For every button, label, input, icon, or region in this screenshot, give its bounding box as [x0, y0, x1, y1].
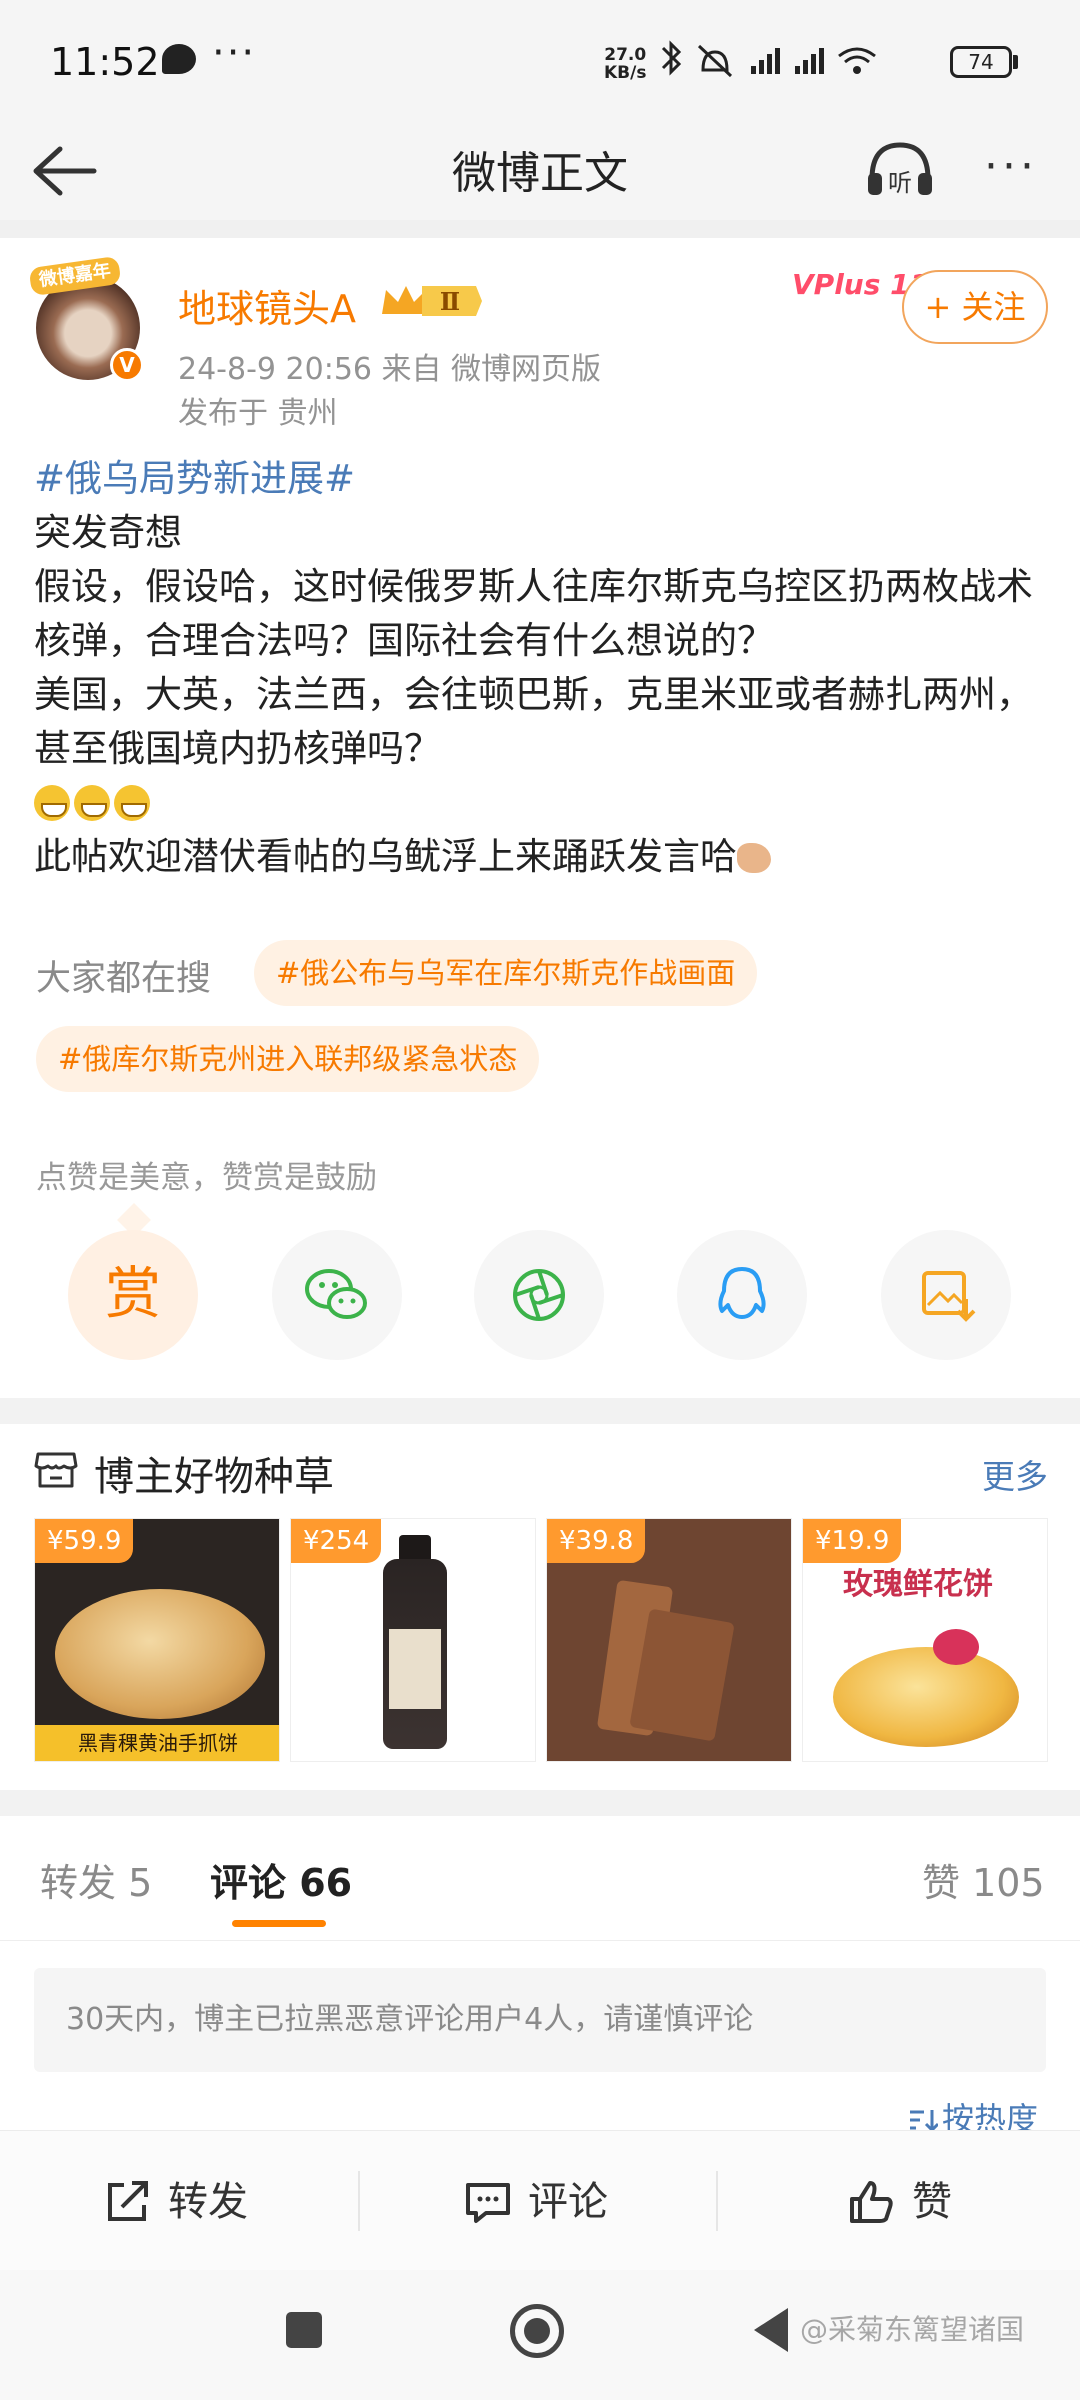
tab-likes[interactable]: 赞 105 — [922, 1852, 1045, 1907]
battery-tip — [1013, 55, 1018, 69]
product-card[interactable]: 玫瑰鲜花饼 ¥19.9 — [802, 1518, 1048, 1762]
repost-icon — [108, 2181, 148, 2221]
share-wechat-button[interactable] — [272, 1230, 402, 1360]
product-image — [55, 1589, 265, 1719]
save-image-button[interactable] — [881, 1230, 1011, 1360]
comment-notice: 30天内，博主已拉黑恶意评论用户4人，请谨慎评论 — [34, 1968, 1046, 2072]
bottle-label — [389, 1629, 441, 1709]
divider — [0, 1940, 1080, 1941]
message-icon — [162, 44, 196, 74]
emoji-row — [34, 776, 1044, 830]
battery-indicator: 74 — [950, 46, 1012, 78]
status-bar: 11:52 ··· 27.0 KB/s 74 — [0, 0, 1080, 125]
product-card[interactable]: ¥39.8 — [546, 1518, 792, 1762]
qq-penguin-icon — [718, 1267, 766, 1319]
action-separator — [716, 2171, 718, 2231]
tab-comments[interactable]: 评论 66 — [210, 1852, 352, 1907]
divider — [0, 1398, 1080, 1424]
username[interactable]: 地球镜头A — [178, 278, 356, 333]
product-price: ¥254 — [291, 1519, 382, 1563]
divider — [0, 220, 1080, 238]
trending-tag[interactable]: #俄公布与乌军在库尔斯克作战画面 — [254, 940, 758, 1006]
trending-tag[interactable]: #俄库尔斯克州进入联邦级紧急状态 — [36, 1026, 540, 1092]
follow-button[interactable]: + 关注 — [902, 270, 1048, 344]
speed-value: 27.0 — [604, 45, 647, 65]
shop-icon — [34, 1450, 78, 1490]
product-price: ¥19.9 — [803, 1519, 902, 1563]
post-content: #俄乌局势新进展# 突发奇想 假设，假设哈，这时候俄罗斯人往库尔斯克乌控区扔两枚… — [34, 452, 1044, 884]
like-label: 赞 — [912, 2179, 952, 2225]
moments-aperture-icon — [513, 1269, 565, 1321]
clap-emoji-icon — [737, 843, 771, 873]
status-time: 11:52 — [50, 40, 160, 84]
product-caption: 黑青稞黄油手抓饼 — [35, 1725, 279, 1761]
more-notifications-icon: ··· — [212, 30, 257, 76]
post-line: 突发奇想 — [34, 511, 182, 554]
grin-emoji-icon — [34, 785, 70, 821]
save-picture-icon — [922, 1271, 976, 1322]
member-crown-icon[interactable]: Ⅱ — [378, 280, 484, 322]
wechat-icon — [305, 1269, 367, 1319]
reward-button[interactable]: 赏 — [68, 1230, 198, 1360]
verified-v-icon: V — [110, 348, 144, 382]
repost-label: 转发 — [168, 2179, 248, 2225]
repost-button[interactable]: 转发 — [104, 2177, 304, 2227]
svg-text:听: 听 — [888, 169, 912, 197]
top-nav-bar: 微博正文 听 ··· — [0, 125, 1080, 220]
bottom-action-bar: 转发 评论 赞 — [0, 2130, 1080, 2270]
product-price: ¥39.8 — [547, 1519, 646, 1563]
action-separator — [358, 2171, 360, 2231]
thumbs-up-icon — [850, 2181, 893, 2223]
comment-button[interactable]: 评论 — [464, 2177, 664, 2227]
product-price: ¥59.9 — [35, 1519, 134, 1563]
watermark: @采菊东篱望诸国 — [800, 2313, 1025, 2346]
speed-unit: KB/s — [604, 63, 647, 83]
product-image — [833, 1647, 1019, 1747]
topic-link[interactable]: #俄乌局势新进展# — [34, 457, 355, 500]
product-caption: 玫瑰鲜花饼 — [843, 1567, 993, 1602]
post-last-line: 此帖欢迎潜伏看帖的乌鱿浮上来踊跃发言哈 — [34, 835, 737, 878]
goods-section-title: 博主好物种草 — [94, 1454, 334, 1500]
like-button[interactable]: 赞 — [848, 2177, 998, 2227]
post-location: 发布于 贵州 — [178, 396, 338, 431]
share-moments-button[interactable] — [474, 1230, 604, 1360]
active-tab-indicator — [232, 1920, 326, 1927]
reward-hint: 点赞是美意，赞赏是鼓励 — [36, 1160, 377, 1196]
svg-text:Ⅱ: Ⅱ — [440, 287, 460, 316]
grin-emoji-icon — [114, 785, 150, 821]
recent-apps-icon[interactable] — [286, 2312, 322, 2348]
goods-more-link[interactable]: 更多 — [982, 1450, 1048, 1498]
divider — [0, 1790, 1080, 1816]
share-qq-button[interactable] — [677, 1230, 807, 1360]
network-speed: 27.0 KB/s — [604, 46, 646, 82]
more-options-icon[interactable]: ··· — [984, 141, 1038, 192]
tab-reposts[interactable]: 转发 5 — [40, 1852, 152, 1907]
home-dot — [524, 2318, 550, 2344]
weibo-post-screen: 11:52 ··· 27.0 KB/s 74 微博正文 听 ··· 微博嘉年 V… — [0, 0, 1080, 2400]
back-triangle-icon[interactable] — [754, 2308, 788, 2352]
comment-label: 评论 — [528, 2179, 608, 2225]
product-card[interactable]: ¥254 — [290, 1518, 536, 1762]
post-meta: 24-8-9 20:56 来自 微博网页版 — [178, 352, 602, 387]
grin-emoji-icon — [74, 785, 110, 821]
comment-icon — [466, 2183, 510, 2223]
listen-headphone-icon[interactable]: 听 — [862, 135, 938, 205]
trending-search-label: 大家都在搜 — [36, 959, 212, 999]
bluetooth-mute-signal-wifi-icons — [661, 40, 876, 78]
post-line: 美国，大英，法兰西，会往顿巴斯，克里米亚或者赫扎两州，甚至俄国境内扔核弹吗？ — [34, 673, 1033, 770]
product-card[interactable]: 黑青稞黄油手抓饼 ¥59.9 — [34, 1518, 280, 1762]
product-image — [933, 1629, 979, 1665]
post-line: 假设，假设哈，这时候俄罗斯人往库尔斯克乌控区扔两枚战术核弹，合理合法吗？国际社会… — [34, 565, 1033, 662]
system-icons — [655, 40, 885, 89]
